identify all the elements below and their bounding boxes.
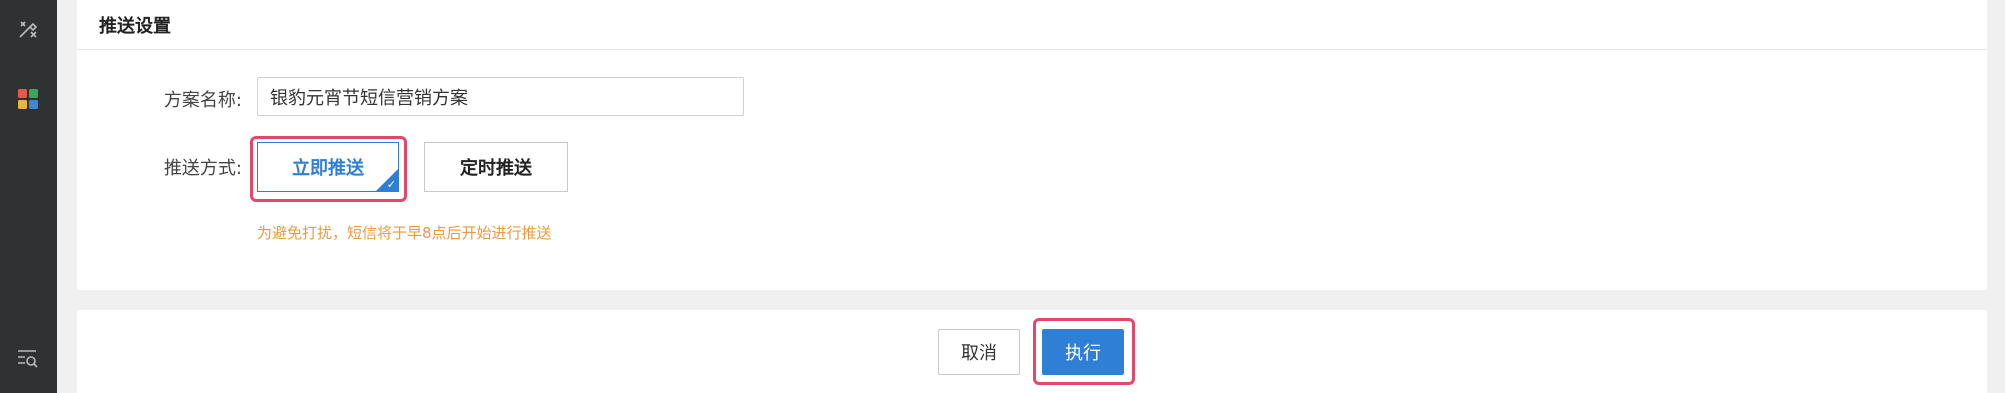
sidebar: [0, 0, 57, 393]
push-now-label: 立即推送: [292, 158, 364, 179]
plan-name-input[interactable]: [257, 77, 744, 116]
check-icon: ✓: [386, 178, 396, 191]
push-hint-text: 为避免打扰，短信将于早8点后开始进行推送: [257, 224, 552, 242]
push-now-option[interactable]: 立即推送 ✓: [257, 142, 399, 192]
tools-icon[interactable]: [13, 14, 43, 44]
push-mode-label: 推送方式:: [163, 158, 242, 179]
push-scheduled-option[interactable]: 定时推送: [424, 142, 568, 192]
action-bar: 取消 执行: [77, 310, 1987, 393]
cancel-button[interactable]: 取消: [938, 329, 1020, 375]
panel-header: 推送设置: [77, 0, 1987, 50]
list-search-icon[interactable]: [13, 343, 43, 373]
execute-button-label: 执行: [1065, 343, 1101, 364]
cancel-button-label: 取消: [961, 343, 997, 364]
push-settings-panel: 推送设置 方案名称: 推送方式: 立即推送 ✓ 定时推送 为避免打扰，短信将于早…: [77, 0, 1987, 290]
apps-grid-icon[interactable]: [13, 84, 43, 114]
plan-name-label: 方案名称:: [163, 90, 242, 111]
push-scheduled-label: 定时推送: [460, 158, 532, 179]
panel-title: 推送设置: [99, 15, 171, 37]
execute-button[interactable]: 执行: [1042, 329, 1124, 375]
